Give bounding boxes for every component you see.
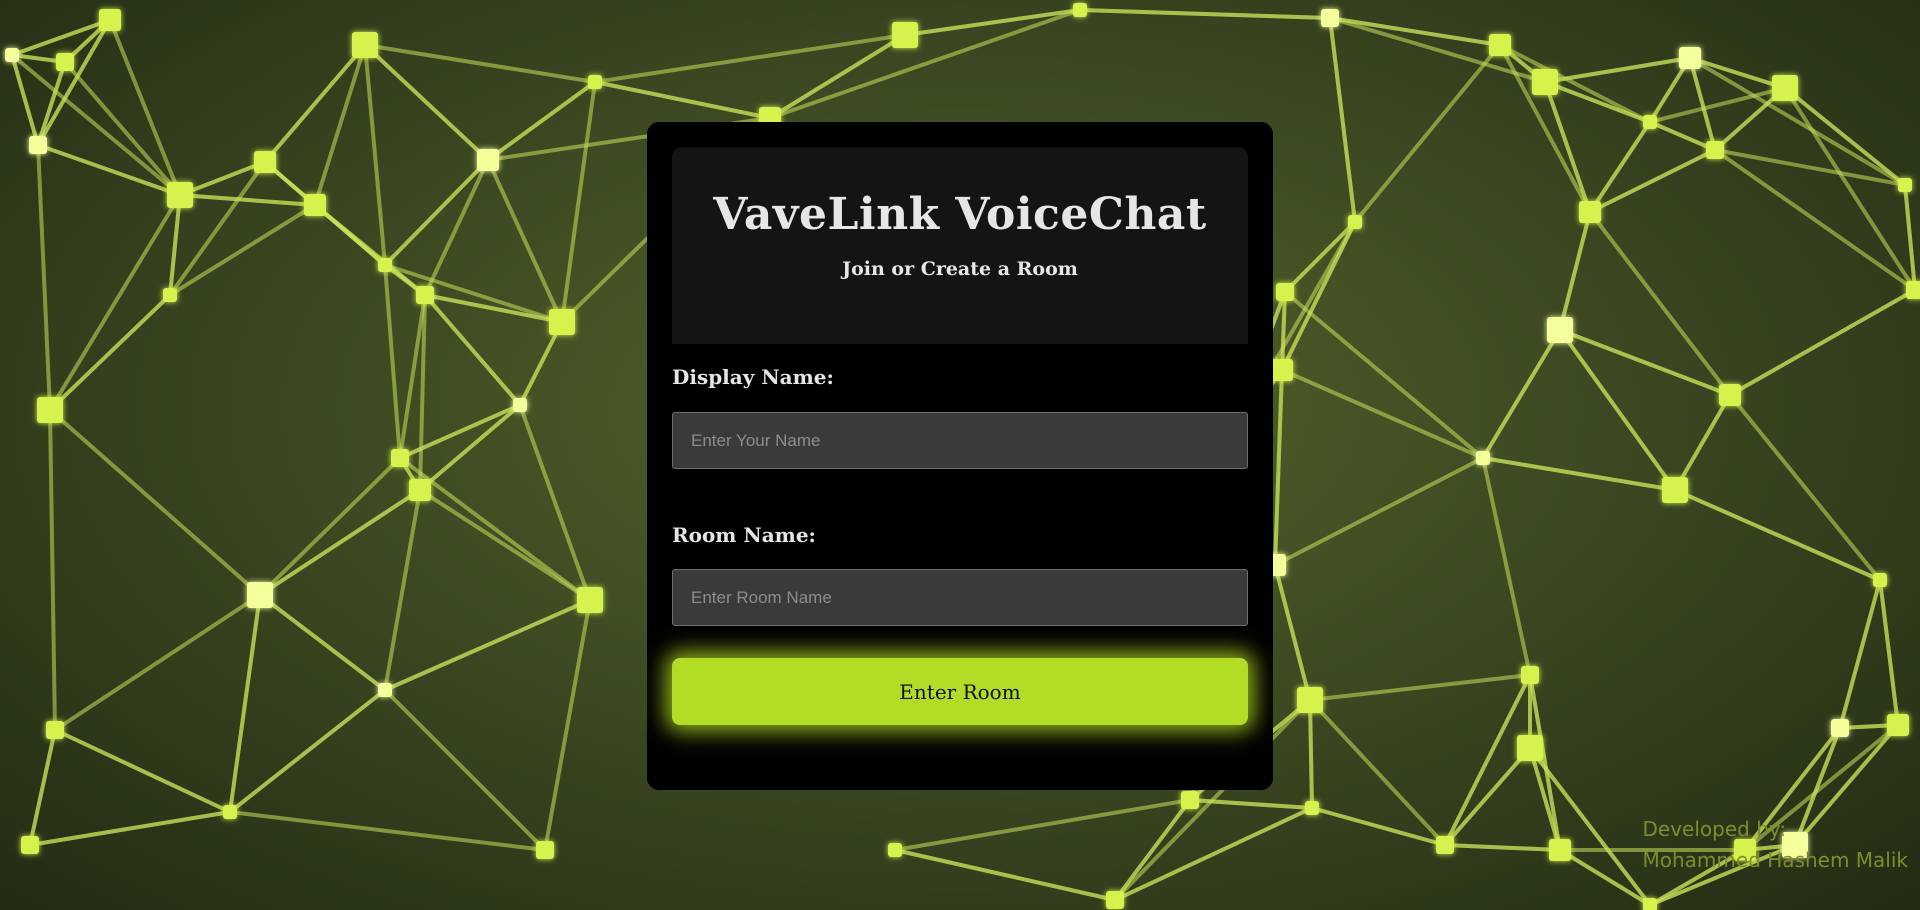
developer-credit: Developed by: Mohammed Hashem Malik bbox=[1643, 814, 1909, 876]
join-room-card: VaveLink VoiceChat Join or Create a Room… bbox=[647, 122, 1273, 790]
room-name-input[interactable] bbox=[672, 569, 1248, 626]
app-title: VaveLink VoiceChat bbox=[713, 189, 1207, 240]
display-name-label: Display Name: bbox=[672, 365, 834, 389]
app-subtitle: Join or Create a Room bbox=[842, 258, 1078, 280]
card-header: VaveLink VoiceChat Join or Create a Room bbox=[672, 147, 1248, 344]
display-name-input[interactable] bbox=[672, 412, 1248, 469]
developer-credit-label: Developed by: bbox=[1642, 817, 1787, 841]
room-name-label: Room Name: bbox=[672, 523, 816, 547]
enter-room-button[interactable]: Enter Room bbox=[672, 658, 1248, 725]
developer-credit-name: Mohammed Hashem Malik bbox=[1642, 848, 1909, 872]
